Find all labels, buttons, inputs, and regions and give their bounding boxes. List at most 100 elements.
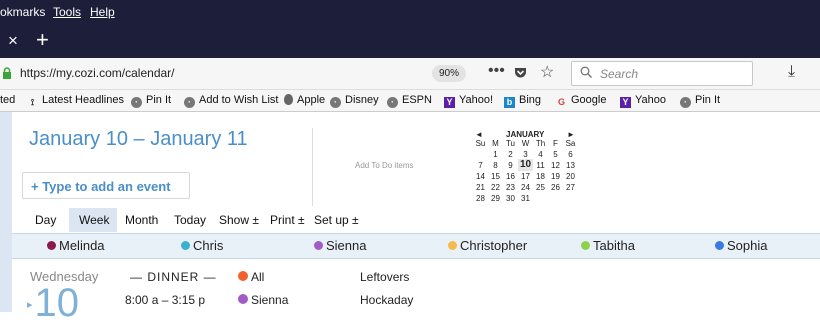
bookmark-item[interactable]: ⟟ Latest Headlines bbox=[27, 94, 124, 108]
bookmark-item[interactable]: · ESPN bbox=[387, 94, 432, 108]
zoom-level-button[interactable]: 90% bbox=[432, 65, 466, 82]
mini-calendar-day[interactable]: 22 bbox=[488, 183, 503, 192]
mini-calendar-day[interactable]: 4 bbox=[533, 150, 548, 159]
mini-calendar-day[interactable]: 23 bbox=[503, 183, 518, 192]
mini-calendar-day[interactable]: 30 bbox=[503, 194, 518, 203]
attendee-color-dot bbox=[238, 271, 248, 281]
mini-calendar-day[interactable]: 17 bbox=[518, 172, 533, 181]
mini-calendar-day[interactable]: 19 bbox=[548, 172, 563, 181]
mini-weekday-label: Th bbox=[535, 139, 546, 148]
bookmark-item[interactable]: ted bbox=[0, 94, 15, 106]
mini-week-row: 123456 bbox=[473, 150, 593, 161]
mini-calendar-day[interactable]: 8 bbox=[488, 161, 503, 170]
mini-weekday-label: Tu bbox=[505, 139, 516, 148]
mini-calendar-day[interactable]: 26 bbox=[548, 183, 563, 192]
mini-calendar-day[interactable]: 20 bbox=[563, 172, 578, 181]
event-title[interactable]: Leftovers bbox=[360, 270, 409, 284]
search-input[interactable] bbox=[600, 65, 748, 83]
next-month-icon[interactable]: ► bbox=[567, 130, 575, 139]
mini-calendar-day[interactable]: 6 bbox=[563, 150, 578, 159]
previous-month-icon[interactable]: ◄ bbox=[475, 130, 483, 139]
mini-calendar-day[interactable]: 31 bbox=[518, 194, 533, 203]
mini-calendar-day[interactable]: 13 bbox=[563, 161, 578, 170]
new-tab-button[interactable]: + bbox=[36, 27, 49, 53]
bookmark-item[interactable]: G Google bbox=[556, 94, 607, 108]
bookmark-item[interactable]: Y Yahoo bbox=[620, 94, 666, 108]
divider bbox=[312, 128, 313, 206]
search-icon bbox=[580, 66, 592, 78]
mini-calendar-day[interactable]: 21 bbox=[473, 183, 488, 192]
globe-icon: · bbox=[131, 97, 142, 108]
bookmark-star-icon[interactable]: ☆ bbox=[540, 62, 554, 82]
event-title[interactable]: Hockaday bbox=[360, 293, 413, 307]
mini-weekday-label: Su bbox=[475, 139, 486, 148]
rss-icon: ⟟ bbox=[30, 97, 35, 107]
mini-calendar-month: JANUARY bbox=[506, 130, 545, 139]
bookmark-item[interactable]: · Disney bbox=[330, 94, 379, 108]
mini-calendar-day[interactable]: 18 bbox=[533, 172, 548, 181]
view-month[interactable]: Month bbox=[125, 213, 158, 227]
setup-menu[interactable]: Set up ± bbox=[314, 213, 359, 227]
globe-icon: · bbox=[184, 97, 195, 108]
mini-calendar-day[interactable]: 9 bbox=[503, 161, 518, 170]
mini-week-row: 21 22 23 24 25 26 27 bbox=[473, 183, 593, 194]
member-melinda[interactable]: Melinda bbox=[47, 238, 105, 253]
add-event-input[interactable]: + Type to add an event bbox=[22, 172, 190, 199]
day-number[interactable]: ▸10 bbox=[27, 281, 79, 326]
bookmark-item[interactable]: · Add to Wish List bbox=[184, 94, 278, 108]
mini-calendar-day[interactable]: 10 bbox=[518, 159, 533, 171]
mini-calendar-day[interactable]: 11 bbox=[533, 161, 548, 170]
bookmark-item[interactable]: · Pin It bbox=[131, 94, 171, 108]
mini-calendar-day[interactable]: 5 bbox=[548, 150, 563, 159]
mini-calendar-day[interactable]: 24 bbox=[518, 183, 533, 192]
close-tab-icon[interactable]: × bbox=[8, 31, 18, 51]
apple-icon bbox=[284, 94, 293, 105]
show-menu[interactable]: Show ± bbox=[219, 213, 259, 227]
print-menu[interactable]: Print ± bbox=[270, 213, 305, 227]
mini-calendar-day[interactable]: 29 bbox=[488, 194, 503, 203]
menu-tools[interactable]: Tools bbox=[53, 5, 81, 19]
mini-calendar-day[interactable]: 14 bbox=[473, 172, 488, 181]
download-icon[interactable]: ⤓ bbox=[788, 63, 795, 81]
pocket-icon[interactable] bbox=[514, 67, 527, 79]
mini-calendar-day[interactable]: 2 bbox=[503, 150, 518, 159]
search-box[interactable] bbox=[571, 61, 753, 86]
member-sophia[interactable]: Sophia bbox=[715, 238, 767, 253]
bookmark-item[interactable]: Apple bbox=[284, 94, 325, 106]
mini-calendar-day[interactable]: 27 bbox=[563, 183, 578, 192]
mini-calendar-day[interactable]: 12 bbox=[548, 161, 563, 170]
mini-calendar-day[interactable]: 7 bbox=[473, 161, 488, 170]
member-color-dot bbox=[181, 241, 190, 250]
member-tabitha[interactable]: Tabitha bbox=[581, 238, 635, 253]
member-color-dot bbox=[715, 241, 724, 250]
expand-arrow-icon: ▸ bbox=[27, 299, 33, 311]
bookmark-item[interactable]: · Pin It bbox=[680, 94, 720, 108]
mini-calendar-day[interactable]: 3 bbox=[518, 150, 533, 159]
member-christopher[interactable]: Christopher bbox=[448, 238, 527, 253]
view-week[interactable]: Week bbox=[69, 208, 117, 232]
mini-week-row: 28 29 30 31 bbox=[473, 194, 593, 205]
google-icon: G bbox=[557, 97, 565, 107]
menu-bookmarks[interactable]: okmarks bbox=[0, 5, 45, 19]
view-today[interactable]: Today bbox=[174, 213, 206, 227]
bookmark-item[interactable]: Y Yahoo! bbox=[444, 94, 493, 108]
mini-calendar-day[interactable]: 28 bbox=[473, 194, 488, 203]
menu-help[interactable]: Help bbox=[90, 5, 115, 19]
view-day[interactable]: Day bbox=[35, 213, 56, 227]
bookmark-item[interactable]: b Bing bbox=[504, 94, 541, 108]
mini-weekday-label: W bbox=[521, 139, 530, 148]
member-sienna[interactable]: Sienna bbox=[314, 238, 366, 253]
page-actions-icon[interactable]: ••• bbox=[488, 62, 505, 80]
mini-calendar-day[interactable]: 25 bbox=[533, 183, 548, 192]
lock-icon bbox=[3, 67, 11, 79]
member-chris[interactable]: Chris bbox=[181, 238, 223, 253]
yahoo-icon: Y bbox=[444, 97, 455, 108]
mini-calendar-day[interactable]: 15 bbox=[488, 172, 503, 181]
member-color-dot bbox=[314, 241, 323, 250]
calendar-main: January 10 – January 11 + Type to add an… bbox=[12, 112, 820, 325]
url-text[interactable]: https://my.cozi.com/calendar/ bbox=[20, 66, 175, 80]
mini-calendar-day[interactable]: 1 bbox=[488, 150, 503, 159]
globe-icon: · bbox=[387, 97, 398, 108]
mini-calendar-day[interactable]: 16 bbox=[503, 172, 518, 181]
add-todo-link[interactable]: Add To Do items bbox=[355, 161, 414, 170]
